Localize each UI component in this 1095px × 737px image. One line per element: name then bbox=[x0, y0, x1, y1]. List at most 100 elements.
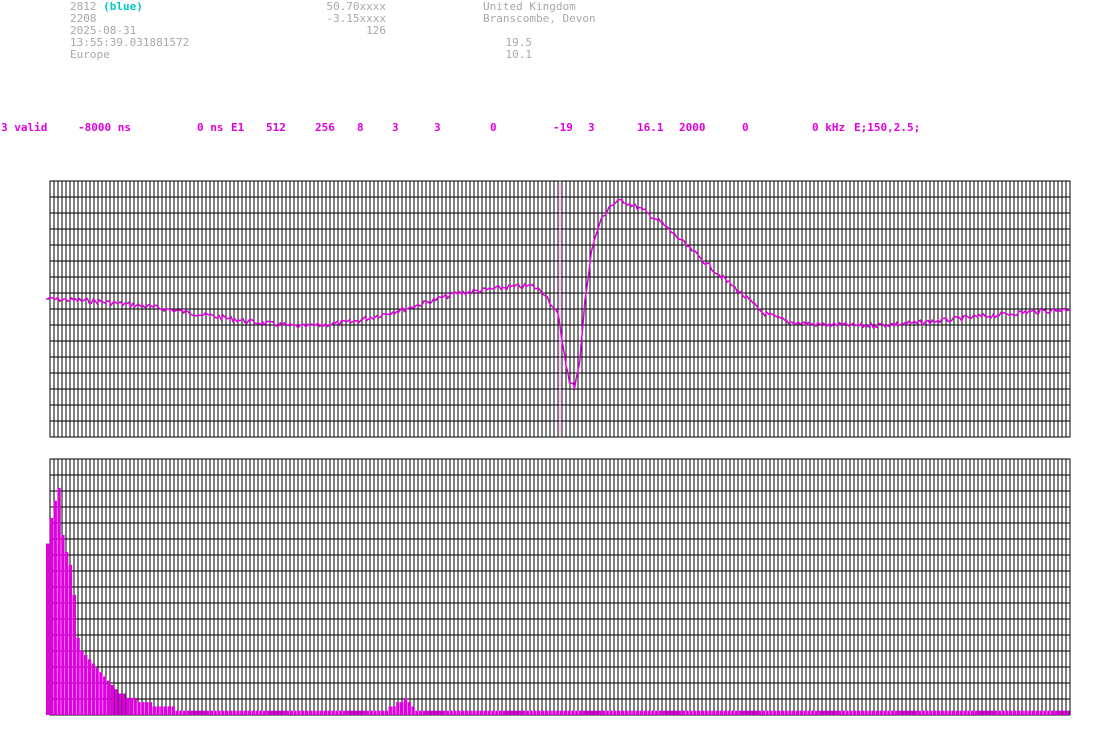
histogram-bar bbox=[681, 710, 686, 715]
histogram-bar bbox=[845, 710, 849, 715]
histogram-bar bbox=[750, 710, 754, 715]
histogram-bar bbox=[860, 710, 864, 715]
histogram-bar bbox=[742, 710, 746, 715]
histogram-bar bbox=[875, 710, 880, 715]
histogram-bar bbox=[674, 710, 678, 715]
histogram-bar bbox=[304, 710, 309, 715]
histogram-bar bbox=[510, 710, 514, 715]
histogram-bar bbox=[103, 676, 107, 715]
histogram-bar bbox=[133, 697, 137, 715]
histogram-bar bbox=[624, 710, 628, 715]
histogram-bar bbox=[331, 710, 335, 715]
histogram-bar bbox=[388, 706, 392, 715]
histogram-bar bbox=[243, 710, 248, 715]
histogram-bar bbox=[361, 710, 366, 715]
histogram-bar bbox=[963, 710, 967, 715]
histogram-bar bbox=[194, 710, 198, 715]
histogram-bar bbox=[841, 710, 845, 715]
histogram-bar bbox=[415, 710, 419, 715]
histogram-bar bbox=[1028, 710, 1032, 715]
histogram-bar bbox=[853, 710, 857, 715]
histogram-bar bbox=[1066, 710, 1070, 715]
histogram-bar bbox=[879, 710, 883, 715]
histogram-bar bbox=[894, 710, 899, 715]
histogram-bar bbox=[221, 710, 225, 715]
histogram-bar bbox=[643, 710, 647, 715]
histogram-bar bbox=[556, 710, 560, 715]
histogram-bar bbox=[327, 710, 332, 715]
histogram-bar bbox=[175, 710, 179, 715]
histogram-bar bbox=[609, 710, 613, 715]
histogram-bar bbox=[213, 710, 217, 715]
histogram-bar bbox=[445, 710, 450, 715]
histogram-bar bbox=[137, 702, 141, 715]
histogram-bar bbox=[205, 710, 210, 715]
histogram-bar bbox=[655, 710, 659, 715]
histogram-bar bbox=[262, 710, 267, 715]
histogram-bar bbox=[125, 697, 130, 715]
histogram-bar bbox=[411, 706, 415, 715]
histogram-bar bbox=[380, 710, 385, 715]
histogram-bar bbox=[350, 710, 354, 715]
histogram-bar bbox=[479, 710, 484, 715]
histogram-bar bbox=[590, 710, 594, 715]
histogram-bar bbox=[955, 710, 960, 715]
histogram-bar bbox=[1024, 710, 1028, 715]
histogram-bar bbox=[567, 710, 571, 715]
histogram-bar bbox=[457, 710, 461, 715]
histogram-bar bbox=[792, 710, 796, 715]
histogram-bar bbox=[1009, 710, 1013, 715]
histogram-bar bbox=[769, 710, 773, 715]
histogram-bar bbox=[369, 710, 373, 715]
histogram-bar bbox=[476, 710, 480, 715]
histogram-bar bbox=[87, 659, 92, 715]
histogram-bar bbox=[601, 710, 606, 715]
histogram-bar bbox=[202, 710, 206, 715]
histogram-bar bbox=[754, 710, 758, 715]
histogram-bar bbox=[289, 710, 293, 715]
histogram-bar bbox=[559, 710, 564, 715]
histogram-bar bbox=[53, 500, 57, 715]
histogram-bar bbox=[757, 710, 762, 715]
histogram-bar bbox=[685, 710, 689, 715]
histogram-bar bbox=[1058, 710, 1062, 715]
histogram-bar bbox=[106, 680, 111, 715]
histogram-bar bbox=[232, 710, 236, 715]
histogram-bar bbox=[312, 710, 316, 715]
histogram-bar bbox=[282, 710, 286, 715]
histogram-bar bbox=[186, 710, 191, 715]
histogram-bar bbox=[358, 710, 362, 715]
histogram-bar bbox=[217, 710, 221, 715]
histogram-bar bbox=[400, 702, 404, 715]
histogram-bar bbox=[773, 710, 777, 715]
histogram-bar bbox=[932, 710, 937, 715]
histogram-bar bbox=[925, 710, 929, 715]
histogram-bar bbox=[788, 710, 792, 715]
histogram-bar bbox=[419, 710, 423, 715]
histogram-bar bbox=[365, 710, 370, 715]
histogram-bar bbox=[544, 710, 548, 715]
histogram-bar bbox=[1062, 710, 1066, 715]
histogram-bar bbox=[978, 710, 982, 715]
histogram-bar bbox=[373, 710, 377, 715]
histogram-bar bbox=[803, 710, 807, 715]
histogram-bar bbox=[407, 702, 411, 715]
histogram-bar bbox=[316, 710, 320, 715]
histogram-bar bbox=[1035, 710, 1040, 715]
histogram-bar bbox=[502, 710, 507, 715]
histogram-bar bbox=[993, 710, 998, 715]
histogram-bar bbox=[438, 710, 442, 715]
histogram-bar bbox=[76, 637, 80, 715]
histogram-bar bbox=[883, 710, 887, 715]
histogram-bar bbox=[826, 710, 830, 715]
histogram-bar bbox=[110, 685, 115, 715]
histogram-bar bbox=[586, 710, 590, 715]
histogram-bar bbox=[274, 710, 278, 715]
histogram-bar bbox=[986, 710, 990, 715]
histogram-bar bbox=[259, 710, 263, 715]
histogram-bar bbox=[571, 710, 575, 715]
histogram-bar bbox=[270, 710, 274, 715]
histogram-bar bbox=[499, 710, 503, 715]
histogram-bar bbox=[735, 710, 739, 715]
histogram-bar bbox=[540, 710, 545, 715]
